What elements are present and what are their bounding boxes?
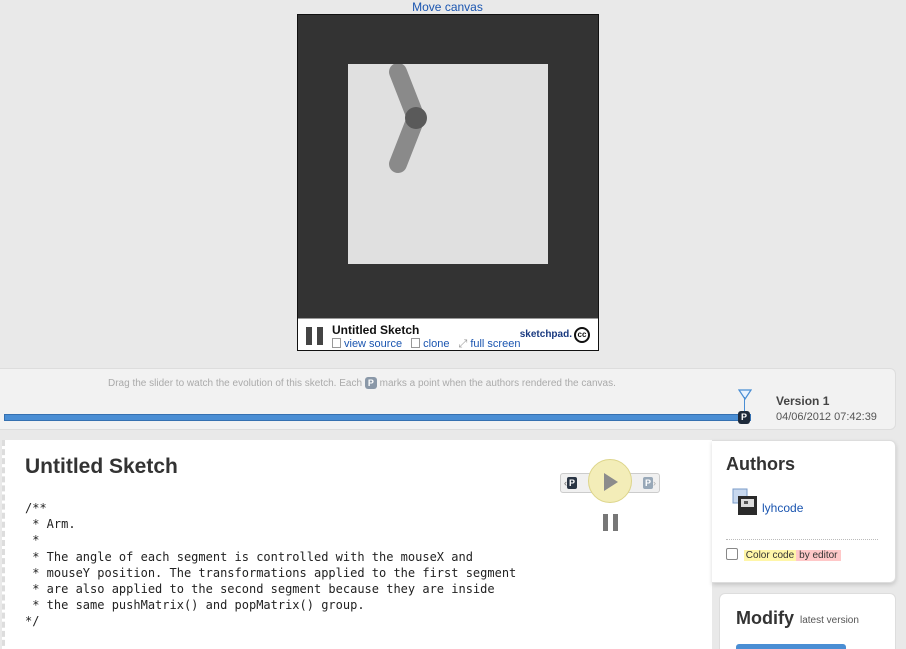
slider-handle-line bbox=[744, 397, 745, 412]
render-point-icon: P bbox=[364, 377, 377, 389]
timeline-hint: Drag the slider to watch the evolution o… bbox=[108, 377, 616, 389]
sketch-links: view source clone ⤢ full screen bbox=[332, 338, 526, 351]
code-line: * bbox=[25, 533, 40, 548]
sketch-canvas-frame: Untitled Sketch view source clone ⤢ full … bbox=[297, 14, 599, 351]
source-icon bbox=[332, 338, 341, 348]
code-line: * Arm. bbox=[25, 517, 76, 532]
view-source-link[interactable]: view source bbox=[332, 338, 402, 350]
version-timeline: Drag the slider to watch the evolution o… bbox=[0, 368, 896, 430]
move-canvas-link[interactable]: Move canvas bbox=[0, 0, 895, 14]
version-title: Version 1 bbox=[776, 394, 830, 408]
next-point-button[interactable]: P › bbox=[628, 473, 660, 493]
pause-button[interactable] bbox=[306, 327, 324, 345]
code-line: * are also applied to the second segment… bbox=[25, 582, 495, 597]
player-bar: Untitled Sketch view source clone ⤢ full … bbox=[298, 318, 598, 350]
code-line: */ bbox=[25, 614, 40, 629]
color-code-toggle[interactable]: Color code by editor bbox=[726, 548, 841, 561]
author-link[interactable]: lyhcode bbox=[762, 501, 803, 515]
modify-title: Modify bbox=[736, 608, 794, 628]
sketch-canvas[interactable] bbox=[348, 64, 548, 264]
authors-title: Authors bbox=[726, 454, 795, 474]
code-editor[interactable]: /** * Arm. * * The angle of each segment… bbox=[25, 500, 516, 630]
full-screen-link[interactable]: ⤢ full screen bbox=[459, 338, 521, 350]
code-line: * the same pushMatrix() and popMatrix() … bbox=[25, 598, 365, 613]
slider-handle-icon[interactable] bbox=[738, 389, 752, 401]
divider bbox=[726, 539, 878, 540]
clone-link[interactable]: clone bbox=[411, 338, 449, 350]
timeline-slider-track[interactable] bbox=[4, 414, 751, 421]
modify-button[interactable] bbox=[736, 644, 846, 649]
cc-license-icon[interactable]: cc bbox=[574, 327, 590, 343]
modify-panel: Modify latest version bbox=[719, 593, 896, 649]
code-line: * mouseY position. The transformations a… bbox=[25, 565, 517, 580]
render-point-marker[interactable]: P bbox=[738, 411, 751, 424]
play-icon bbox=[604, 473, 618, 491]
code-line: /** bbox=[25, 501, 47, 515]
sketchpad-logo[interactable]: sketchpad. bbox=[520, 329, 572, 340]
play-button[interactable] bbox=[588, 459, 632, 503]
version-date: 04/06/2012 07:42:39 bbox=[776, 411, 877, 423]
page-title: Untitled Sketch bbox=[25, 455, 178, 478]
arm-drawing bbox=[389, 64, 427, 173]
modify-subtitle: latest version bbox=[800, 615, 859, 626]
sketch-title: Untitled Sketch bbox=[332, 323, 420, 337]
document-icon bbox=[411, 338, 421, 348]
fullscreen-icon: ⤢ bbox=[458, 338, 468, 350]
avatar[interactable] bbox=[732, 488, 758, 516]
color-code-checkbox[interactable] bbox=[726, 548, 738, 560]
authors-panel: Authors lyhcode Color code by editor bbox=[712, 440, 896, 583]
playback-pause-button[interactable] bbox=[603, 514, 619, 531]
code-line: * The angle of each segment is controlle… bbox=[25, 549, 473, 564]
